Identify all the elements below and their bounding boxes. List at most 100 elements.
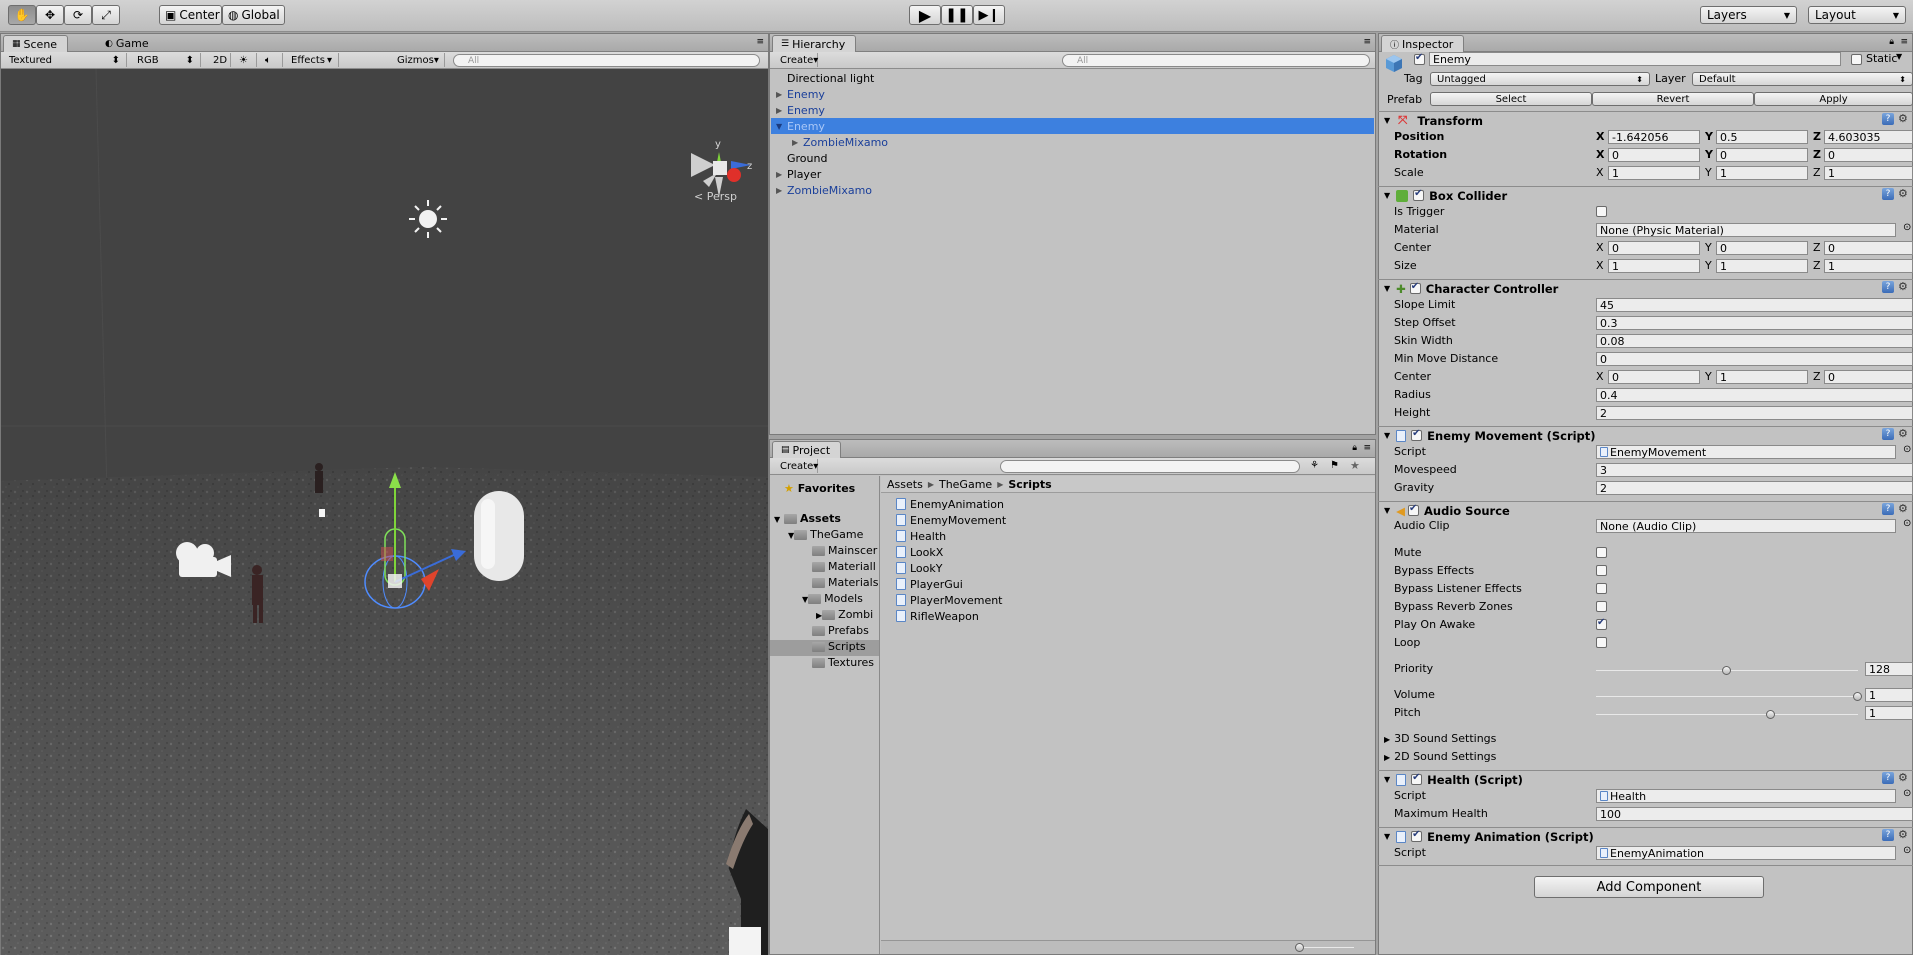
dropdown-arrow-icon[interactable]: ▼ xyxy=(1896,52,1902,61)
lock-icon[interactable]: 🔒︎ xyxy=(1889,37,1894,47)
persp-label[interactable]: < Persp xyxy=(694,190,737,203)
2d-toggle[interactable]: 2D xyxy=(207,53,231,67)
object-picker-icon[interactable]: ⊙ xyxy=(1903,845,1911,856)
priority-field[interactable]: 128 xyxy=(1865,662,1913,676)
play-button[interactable]: ▶ xyxy=(909,5,941,25)
center-z-field[interactable]: 0 xyxy=(1824,241,1913,255)
script-field[interactable]: EnemyAnimation xyxy=(1596,846,1896,860)
cc-center-z-field[interactable]: 0 xyxy=(1824,370,1913,384)
gear-icon[interactable]: ⚙ xyxy=(1898,771,1908,784)
script-field[interactable]: Health xyxy=(1596,789,1896,803)
list-item[interactable]: LookX xyxy=(896,544,1006,560)
center-y-field[interactable]: 0 xyxy=(1716,241,1808,255)
list-item[interactable]: PlayerMovement xyxy=(896,592,1006,608)
skin-width-field[interactable]: 0.08 xyxy=(1596,334,1913,348)
scene-viewport[interactable]: y z < Persp xyxy=(1,69,768,955)
scale-x-field[interactable]: 1 xyxy=(1608,166,1700,180)
static-checkbox[interactable] xyxy=(1851,54,1862,65)
center-x-field[interactable]: 0 xyxy=(1608,241,1700,255)
tree-item-assets[interactable]: ▼ Assets xyxy=(774,512,841,525)
object-picker-icon[interactable]: ⊙ xyxy=(1903,518,1911,529)
help-icon[interactable]: ? xyxy=(1882,113,1894,125)
position-z-field[interactable]: 4.603035 xyxy=(1824,130,1913,144)
audio-clip-field[interactable]: None (Audio Clip) xyxy=(1596,519,1896,533)
tree-item-models[interactable]: ▼ Models xyxy=(802,592,863,605)
step-button[interactable]: ▶❙ xyxy=(973,5,1005,25)
tab-hierarchy[interactable]: ☰ Hierarchy xyxy=(772,35,857,52)
object-picker-icon[interactable]: ⊙ xyxy=(1903,444,1911,455)
layers-dropdown[interactable]: Layers ▼ xyxy=(1700,6,1797,24)
script-field[interactable]: EnemyMovement xyxy=(1596,445,1896,459)
expand-arrow-icon[interactable]: ▶ xyxy=(776,186,782,195)
component-enabled-checkbox[interactable] xyxy=(1411,772,1423,785)
active-checkbox[interactable] xyxy=(1414,52,1425,65)
expand-arrow-icon[interactable]: ▶ xyxy=(776,106,782,115)
health-header[interactable]: ▼ Health (Script) xyxy=(1378,770,1913,788)
list-item[interactable]: LookY xyxy=(896,560,1006,576)
component-enabled-checkbox[interactable] xyxy=(1411,829,1423,842)
gravity-field[interactable]: 2 xyxy=(1596,481,1913,495)
hierarchy-create-button[interactable]: Create ▾ xyxy=(774,53,818,67)
favorite-star-icon[interactable]: ★ xyxy=(1350,459,1360,472)
panel-menu-icon[interactable]: ≡ xyxy=(1900,37,1908,47)
enemy-animation-header[interactable]: ▼ Enemy Animation (Script) xyxy=(1378,827,1913,845)
panel-menu-icon[interactable]: ≡ xyxy=(756,37,764,47)
hierarchy-search-input[interactable]: All xyxy=(1062,54,1370,67)
gizmos-dropdown[interactable]: Gizmos ▾ xyxy=(391,53,445,67)
volume-field[interactable]: 1 xyxy=(1865,688,1913,702)
filter-type-icon[interactable]: ⚘ xyxy=(1310,460,1319,471)
scene-search-input[interactable]: All xyxy=(453,54,760,67)
expand-arrow-icon[interactable]: ▶ xyxy=(776,90,782,99)
move-tool-button[interactable]: ✥ xyxy=(36,5,64,25)
audio-source-header[interactable]: ▼ ◀ Audio Source xyxy=(1378,501,1913,519)
list-item-selected[interactable]: ▼ Enemy xyxy=(771,118,1374,134)
enemy-movement-header[interactable]: ▼ Enemy Movement (Script) xyxy=(1378,426,1913,444)
rotate-tool-button[interactable]: ⟳ xyxy=(64,5,92,25)
layer-dropdown[interactable]: Default ⬍ xyxy=(1692,72,1913,86)
help-icon[interactable]: ? xyxy=(1882,188,1894,200)
scale-tool-button[interactable]: ⤢ xyxy=(92,5,120,25)
audio-toggle[interactable]: 🔈︎ xyxy=(259,53,283,67)
object-picker-icon[interactable]: ⊙ xyxy=(1903,788,1911,799)
component-enabled-checkbox[interactable] xyxy=(1408,503,1420,516)
play-on-awake-checkbox[interactable] xyxy=(1596,617,1607,630)
gear-icon[interactable]: ⚙ xyxy=(1898,112,1908,125)
space-toggle[interactable]: ◍ Global xyxy=(222,5,285,25)
breadcrumb-item[interactable]: TheGame xyxy=(939,478,992,491)
effects-dropdown[interactable]: Effects ▾ xyxy=(285,53,339,67)
project-create-button[interactable]: Create ▾ xyxy=(774,459,818,473)
transform-header[interactable]: ▼ ⤧ Transform xyxy=(1378,111,1913,129)
object-name-field[interactable]: Enemy xyxy=(1429,52,1841,66)
component-enabled-checkbox[interactable] xyxy=(1411,428,1423,441)
rotation-z-field[interactable]: 0 xyxy=(1824,148,1913,162)
size-z-field[interactable]: 1 xyxy=(1824,259,1913,273)
maximum-health-field[interactable]: 100 xyxy=(1596,807,1913,821)
lock-icon[interactable]: 🔒︎ xyxy=(1352,443,1357,453)
priority-slider-knob[interactable] xyxy=(1722,666,1731,675)
pitch-field[interactable]: 1 xyxy=(1865,706,1913,720)
prefab-revert-button[interactable]: Revert xyxy=(1592,92,1754,106)
radius-field[interactable]: 0.4 xyxy=(1596,388,1913,402)
tab-scene[interactable]: ▦ Scene xyxy=(3,35,69,52)
tree-item-folder[interactable]: Prefabs xyxy=(812,624,869,637)
list-item[interactable]: ▶ ZombieMixamo xyxy=(771,134,1374,150)
help-icon[interactable]: ? xyxy=(1882,428,1894,440)
gear-icon[interactable]: ⚙ xyxy=(1898,187,1908,200)
help-icon[interactable]: ? xyxy=(1882,503,1894,515)
step-offset-field[interactable]: 0.3 xyxy=(1596,316,1913,330)
bypass-effects-checkbox[interactable] xyxy=(1596,565,1607,576)
tree-item-folder[interactable]: Materials xyxy=(812,576,880,589)
scale-z-field[interactable]: 1 xyxy=(1824,166,1913,180)
gear-icon[interactable]: ⚙ xyxy=(1898,828,1908,841)
character-controller-header[interactable]: ▼ ✚ Character Controller xyxy=(1378,279,1913,297)
tree-item-folder[interactable]: Mainscer xyxy=(812,544,880,557)
movespeed-field[interactable]: 3 xyxy=(1596,463,1913,477)
tree-item-thegame[interactable]: ▼ TheGame xyxy=(788,528,863,541)
panel-menu-icon[interactable]: ≡ xyxy=(1363,37,1371,47)
cc-center-x-field[interactable]: 0 xyxy=(1608,370,1700,384)
icon-size-slider[interactable] xyxy=(1299,947,1354,948)
scale-y-field[interactable]: 1 xyxy=(1716,166,1808,180)
tree-item-folder[interactable]: Textures xyxy=(812,656,880,669)
cc-center-y-field[interactable]: 1 xyxy=(1716,370,1808,384)
loop-checkbox[interactable] xyxy=(1596,637,1607,648)
